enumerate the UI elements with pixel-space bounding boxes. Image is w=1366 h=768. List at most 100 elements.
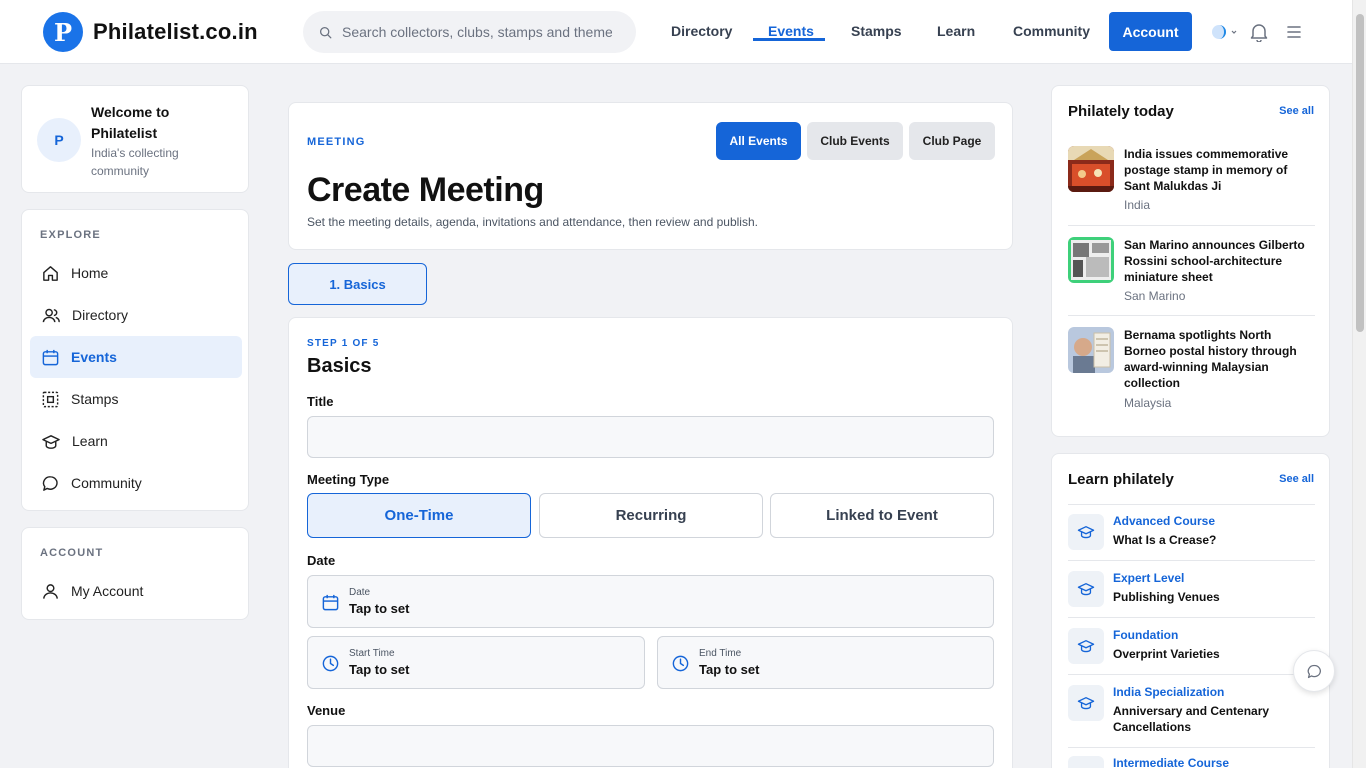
divider [1068, 560, 1315, 561]
graduation-cap-icon [1068, 628, 1104, 664]
news-item[interactable]: San Marino announces Gilberto Rossini sc… [1068, 237, 1315, 307]
sidebar-item-home[interactable]: Home [30, 252, 242, 294]
step-tab-basics[interactable]: 1. Basics [288, 263, 427, 305]
sidebar-item-label: My Account [71, 583, 144, 599]
news-country: India [1124, 198, 1151, 212]
course-item[interactable]: India Specialization Anniversary and Cen… [1068, 685, 1315, 745]
news-country: San Marino [1124, 289, 1186, 303]
see-all-courses-link[interactable]: See all [1279, 473, 1314, 485]
welcome-subtitle: India's collecting community [91, 146, 179, 178]
divider [1068, 674, 1315, 675]
scrollbar-thumb[interactable] [1356, 14, 1364, 332]
chat-button[interactable] [1293, 650, 1335, 692]
nav-events[interactable]: Events [768, 23, 814, 39]
club-page-button[interactable]: Club Page [909, 122, 995, 160]
chat-bubble-icon [42, 475, 58, 491]
news-title: Bernama spotlights North Borneo postal h… [1124, 328, 1297, 390]
nav-learn[interactable]: Learn [937, 23, 975, 39]
news-item[interactable]: Bernama spotlights North Borneo postal h… [1068, 327, 1315, 417]
meeting-type-recurring[interactable]: Recurring [539, 493, 763, 538]
sidebar-item-stamps[interactable]: Stamps [30, 378, 242, 420]
active-nav-indicator [753, 38, 825, 41]
theme-toggle-icon[interactable] [1211, 24, 1239, 40]
brand-name[interactable]: Philatelist.co.in [93, 19, 258, 45]
sidebar-item-label: Events [71, 349, 117, 365]
see-all-news-link[interactable]: See all [1279, 105, 1314, 117]
graduation-cap-icon [1068, 571, 1104, 607]
sidebar-item-label: Learn [72, 433, 108, 449]
course-title: Publishing Venues [1113, 590, 1220, 604]
end-time-value: Tap to set [699, 662, 760, 677]
search-input[interactable] [342, 24, 612, 40]
news-item[interactable]: India issues commemorative postage stamp… [1068, 146, 1315, 216]
explore-nav: EXPLORE Home Directory Events Stamps Lea… [21, 209, 249, 511]
meeting-form: STEP 1 OF 5 Basics Title Meeting Type On… [288, 317, 1013, 768]
menu-icon[interactable] [1287, 25, 1301, 39]
search-bar[interactable] [303, 11, 636, 53]
news-title: San Marino announces Gilberto Rossini sc… [1124, 238, 1305, 284]
meeting-type-label: Meeting Type [307, 472, 390, 487]
page-hero: MEETING Create Meeting Set the meeting d… [288, 102, 1013, 250]
sidebar-item-label: Directory [72, 307, 129, 323]
date-picker-label: Date [349, 587, 371, 598]
news-title: India issues commemorative postage stamp… [1124, 147, 1289, 193]
account-button[interactable]: Account [1109, 12, 1192, 51]
graduation-cap-icon [1068, 685, 1104, 721]
avatar: P [37, 118, 81, 162]
step-indicator: STEP 1 OF 5 [307, 338, 380, 349]
course-level: Intermediate Course [1113, 756, 1230, 768]
start-time-value: Tap to set [349, 662, 410, 677]
meeting-type-one-time[interactable]: One-Time [307, 493, 531, 538]
page-eyebrow: MEETING [307, 136, 366, 148]
start-time-picker[interactable]: Start Time Tap to set [307, 636, 645, 689]
account-label: ACCOUNT [40, 547, 104, 559]
course-item[interactable]: Expert Level Publishing Venues [1068, 571, 1315, 619]
sidebar-item-community[interactable]: Community [30, 462, 242, 504]
graduation-cap-icon [42, 434, 60, 449]
club-events-button[interactable]: Club Events [807, 122, 903, 160]
top-header: P Philatelist.co.in Directory Events Sta… [0, 0, 1352, 64]
graduation-cap-icon [1068, 514, 1104, 550]
home-icon [43, 265, 58, 281]
page-title: Create Meeting [307, 171, 544, 209]
bell-icon[interactable] [1250, 22, 1268, 42]
explore-label: EXPLORE [40, 229, 101, 241]
sidebar-item-label: Home [71, 265, 109, 281]
stamp-icon [42, 391, 59, 407]
brand-logo[interactable]: P [43, 12, 83, 52]
nav-directory[interactable]: Directory [671, 23, 732, 39]
title-input[interactable] [307, 416, 994, 458]
news-thumbnail [1068, 237, 1114, 283]
meeting-type-linked-event[interactable]: Linked to Event [770, 493, 994, 538]
divider [1068, 315, 1315, 316]
sidebar-item-my-account[interactable]: My Account [30, 570, 242, 612]
nav-stamps[interactable]: Stamps [851, 23, 902, 39]
course-level: Advanced Course [1113, 514, 1216, 528]
course-level: India Specialization [1113, 685, 1225, 699]
account-nav: ACCOUNT My Account [21, 527, 249, 620]
sidebar-item-learn[interactable]: Learn [30, 420, 242, 462]
course-item[interactable]: Advanced Course What Is a Crease? [1068, 514, 1315, 562]
page-scrollbar[interactable] [1352, 0, 1366, 768]
nav-community[interactable]: Community [1013, 23, 1090, 39]
venue-label: Venue [307, 703, 346, 718]
calendar-icon [322, 594, 339, 611]
chat-bubble-icon [1307, 664, 1321, 678]
date-picker[interactable]: Date Tap to set [307, 575, 994, 628]
end-time-picker[interactable]: End Time Tap to set [657, 636, 994, 689]
date-picker-value: Tap to set [349, 601, 410, 616]
clock-icon [322, 655, 339, 672]
all-events-button[interactable]: All Events [716, 122, 801, 160]
course-item[interactable]: Foundation Overprint Varieties [1068, 628, 1315, 676]
calendar-icon [42, 349, 59, 365]
course-title: What Is a Crease? [1113, 533, 1217, 547]
sidebar-item-directory[interactable]: Directory [30, 294, 242, 336]
news-country: Malaysia [1124, 396, 1172, 410]
philately-today-card: Philately today See all India issues com… [1051, 85, 1330, 437]
divider [1068, 747, 1315, 748]
learn-philately-card: Learn philately See all Advanced Course … [1051, 453, 1330, 768]
title-label: Title [307, 394, 334, 409]
sidebar-item-events[interactable]: Events [30, 336, 242, 378]
venue-input[interactable] [307, 725, 994, 767]
course-item[interactable]: Intermediate Course [1068, 756, 1315, 768]
